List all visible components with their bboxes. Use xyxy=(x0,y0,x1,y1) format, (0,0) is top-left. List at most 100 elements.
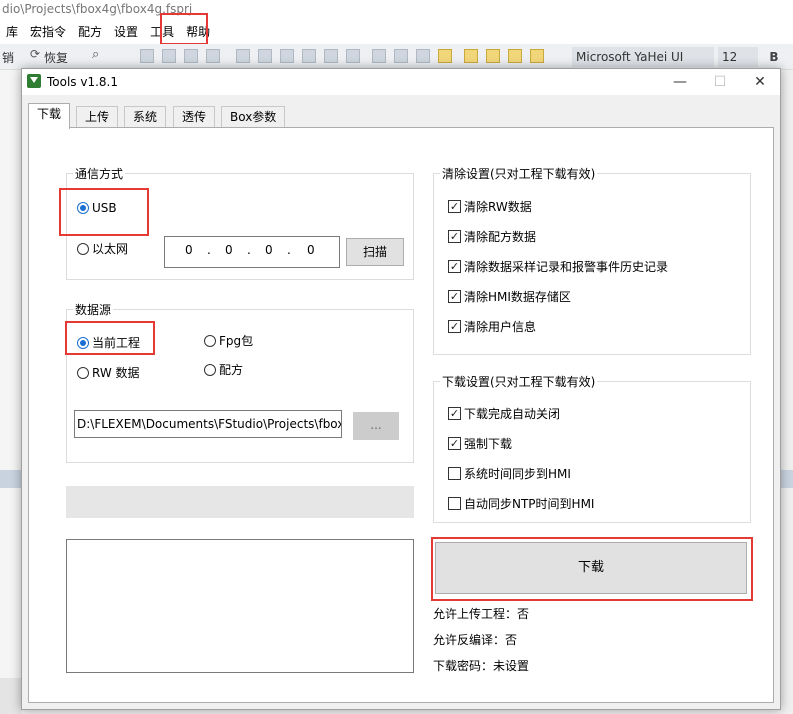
toolbar-group-icon[interactable] xyxy=(508,49,522,63)
toolbar-align-icon[interactable] xyxy=(162,49,176,63)
download-progress-bar xyxy=(66,486,414,518)
checkmark-icon: ✓ xyxy=(448,200,461,213)
toolbar-group-icon[interactable] xyxy=(486,49,500,63)
tab-upload[interactable]: 上传 xyxy=(76,106,119,128)
tab-passthrough[interactable]: 透传 xyxy=(173,106,216,128)
background-window-title: dio\Projects\fbox4g\fbox4g.fsprj xyxy=(0,0,793,20)
clear-option-label: 清除配方数据 xyxy=(464,230,537,244)
clear-option-checkbox[interactable]: ✓ 清除RW数据 xyxy=(448,198,532,215)
tab-system[interactable]: 系统 xyxy=(124,106,167,128)
ip-dot: . xyxy=(287,243,291,257)
project-path-input[interactable]: D:\FLEXEM\Documents\FStudio\Projects\fbo… xyxy=(74,410,342,438)
menu-macro[interactable]: 宏指令 xyxy=(24,20,72,44)
minimize-icon[interactable]: — xyxy=(660,69,700,95)
background-side-panel xyxy=(0,70,22,710)
app-download-icon xyxy=(27,74,41,88)
download-settings-legend: 下载设置(只对工程下载有效) xyxy=(442,375,596,389)
tools-dialog: Tools v1.8.1 — ☐ ✕ 下载 上传 系统 透传 Box参数 通信方… xyxy=(21,68,781,710)
browse-button[interactable]: ... xyxy=(353,412,399,440)
log-textarea[interactable] xyxy=(66,539,414,673)
ip-address-input[interactable]: 0 . 0 . 0 . 0 xyxy=(164,236,340,268)
checkmark-icon: ✓ xyxy=(448,260,461,273)
background-bottom xyxy=(0,678,22,714)
radio-icon xyxy=(77,242,89,255)
download-button-highlight xyxy=(431,537,753,601)
clear-settings-legend: 清除设置(只对工程下载有效) xyxy=(442,167,596,181)
ip-dot: . xyxy=(207,243,211,257)
clear-option-checkbox[interactable]: ✓ 清除用户信息 xyxy=(448,318,536,335)
toolbar-align-icon[interactable] xyxy=(302,49,316,63)
toolbar-align-icon[interactable] xyxy=(280,49,294,63)
clear-option-checkbox[interactable]: ✓ 清除数据采样记录和报警事件历史记录 xyxy=(448,258,668,275)
toolbar-align-icon[interactable] xyxy=(206,49,220,63)
ethernet-label: 以太网 xyxy=(92,242,129,256)
download-option-label: 强制下载 xyxy=(464,437,513,451)
menu-tools-highlight xyxy=(160,13,208,45)
toolbar-group-icon[interactable] xyxy=(464,49,478,63)
clear-option-label: 清除RW数据 xyxy=(464,200,532,214)
toolbar-layout-icon[interactable] xyxy=(394,49,408,63)
clear-option-label: 清除数据采样记录和报警事件历史记录 xyxy=(464,260,669,274)
download-option-checkbox[interactable]: ✓ 强制下载 xyxy=(448,435,512,452)
download-option-checkbox[interactable]: 自动同步NTP时间到HMI xyxy=(448,495,594,512)
checkmark-icon: ✓ xyxy=(448,320,461,333)
clear-option-label: 清除HMI数据存储区 xyxy=(464,290,571,304)
radio-icon xyxy=(204,334,216,347)
zoom-icon[interactable]: ⌕ xyxy=(92,47,99,62)
toolbar-lock-icon[interactable] xyxy=(438,49,452,63)
redo-label[interactable]: 恢复 xyxy=(44,49,68,66)
source-recipe-label: 配方 xyxy=(219,363,244,377)
toolbar-align-icon[interactable] xyxy=(236,49,250,63)
dialog-titlebar[interactable]: Tools v1.8.1 — ☐ ✕ xyxy=(22,69,780,95)
toolbar-align-icon[interactable] xyxy=(184,49,198,63)
download-option-checkbox[interactable]: 系统时间同步到HMI xyxy=(448,465,571,482)
toolbar-align-icon[interactable] xyxy=(346,49,360,63)
radio-icon xyxy=(77,366,89,379)
tab-box-params[interactable]: Box参数 xyxy=(221,106,286,128)
download-password-info: 下载密码：未设置 xyxy=(433,659,530,673)
current-project-highlight xyxy=(65,321,155,355)
scan-button[interactable]: 扫描 xyxy=(346,238,404,266)
source-fpg-radio[interactable]: Fpg包 xyxy=(204,332,253,349)
font-family-select[interactable]: Microsoft YaHei UI xyxy=(572,47,714,67)
ip-octet-4: 0 xyxy=(307,243,315,257)
checkmark-icon: ✓ xyxy=(448,407,461,420)
close-icon[interactable]: ✕ xyxy=(740,69,780,95)
tab-download[interactable]: 下载 xyxy=(28,103,71,129)
menu-library[interactable]: 库 xyxy=(0,20,24,44)
ethernet-radio[interactable]: 以太网 xyxy=(77,240,128,257)
checkmark-icon: ✓ xyxy=(448,437,461,450)
clear-option-label: 清除用户信息 xyxy=(464,320,537,334)
allow-upload-info: 允许上传工程：否 xyxy=(433,607,530,621)
source-fpg-label: Fpg包 xyxy=(219,334,254,348)
ip-octet-2: 0 xyxy=(225,243,233,257)
download-option-checkbox[interactable]: ✓ 下载完成自动关闭 xyxy=(448,405,560,422)
clear-option-checkbox[interactable]: ✓ 清除HMI数据存储区 xyxy=(448,288,571,305)
background-menubar: 库 宏指令 配方 设置 工具 帮助 xyxy=(0,20,793,44)
toolbar-align-icon[interactable] xyxy=(324,49,338,63)
toolbar-align-icon[interactable] xyxy=(258,49,272,63)
checkbox-empty-icon xyxy=(448,497,461,510)
redo-icon: ⟳ xyxy=(30,47,41,61)
menu-settings[interactable]: 设置 xyxy=(108,20,144,44)
download-tab-panel: 通信方式 USB 以太网 0 . 0 . 0 . 0 扫描 数据源 当前工程 F… xyxy=(28,127,774,703)
toolbar-group-icon[interactable] xyxy=(530,49,544,63)
menu-recipe[interactable]: 配方 xyxy=(72,20,108,44)
source-rw-label: RW 数据 xyxy=(92,366,140,380)
bold-button[interactable]: B xyxy=(764,47,784,67)
toolbar-align-icon[interactable] xyxy=(140,49,154,63)
font-size-select[interactable]: 12 xyxy=(718,47,758,67)
background-stripe xyxy=(0,470,22,488)
ip-octet-1: 0 xyxy=(185,243,193,257)
allow-decompile-info: 允许反编译：否 xyxy=(433,633,518,647)
ip-dot: . xyxy=(247,243,251,257)
maximize-icon: ☐ xyxy=(713,74,727,90)
source-recipe-radio[interactable]: 配方 xyxy=(204,361,243,378)
undo-label[interactable]: 销 xyxy=(2,49,14,66)
download-option-label: 下载完成自动关闭 xyxy=(464,407,561,421)
background-stripe xyxy=(781,470,793,488)
toolbar-layout-icon[interactable] xyxy=(372,49,386,63)
clear-option-checkbox[interactable]: ✓ 清除配方数据 xyxy=(448,228,536,245)
toolbar-layout-icon[interactable] xyxy=(416,49,430,63)
source-rw-radio[interactable]: RW 数据 xyxy=(77,364,140,381)
